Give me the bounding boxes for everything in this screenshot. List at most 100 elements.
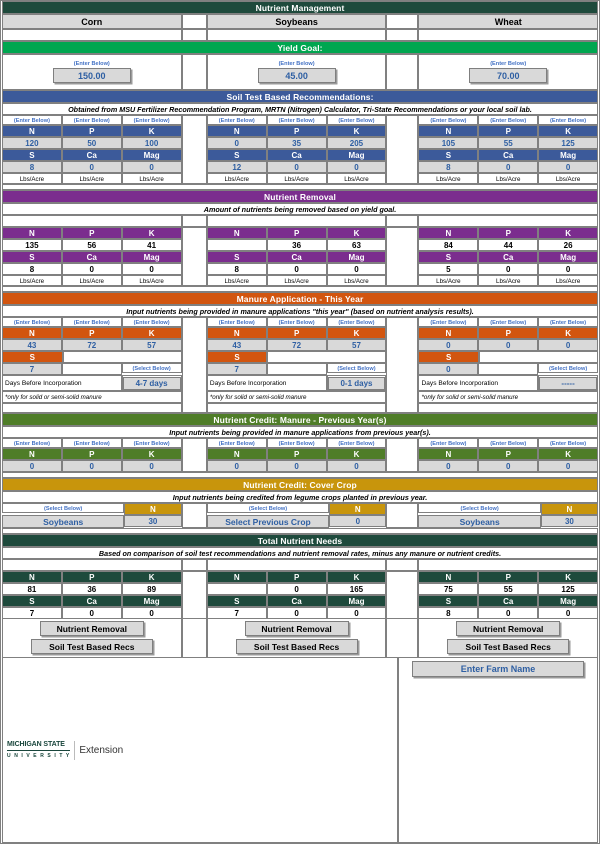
soil-test-recs-button-soybeans[interactable]: Soil Test Based Recs [235, 639, 358, 654]
value-mag-soybeans[interactable]: 0 [326, 263, 387, 275]
value-p-soybeans[interactable]: 35 [266, 137, 327, 149]
enter-farm-name-input[interactable]: Enter Farm Name [412, 661, 584, 677]
value-ca-wheat[interactable]: 0 [478, 161, 539, 173]
value-mag-corn[interactable]: 0 [121, 161, 182, 173]
previous-crop-select-wheat[interactable]: Soybeans [418, 515, 541, 528]
value-p-soybeans[interactable]: 36 [266, 239, 327, 251]
manure-k-corn[interactable]: 57 [121, 339, 182, 351]
value-ca-corn[interactable]: 0 [61, 263, 122, 275]
days-before-incorporation-select-soybeans[interactable]: 0-1 days [327, 376, 386, 390]
value-ca-wheat[interactable]: 0 [478, 263, 539, 275]
value-s-soybeans[interactable]: 8 [206, 263, 267, 275]
value-k-corn[interactable]: 100 [121, 137, 182, 149]
value-mag-soybeans[interactable]: 0 [326, 161, 387, 173]
value-n-soybeans[interactable] [206, 583, 267, 595]
value-s-soybeans[interactable]: 12 [206, 161, 267, 173]
manure-p-corn[interactable]: 72 [61, 339, 122, 351]
value-n-wheat[interactable]: 84 [418, 239, 479, 251]
value-p-corn[interactable]: 50 [61, 137, 122, 149]
value-n-soybeans[interactable]: 0 [206, 460, 267, 472]
column-spacer [181, 317, 207, 413]
value-mag-corn[interactable]: 0 [121, 607, 182, 619]
value-s-wheat[interactable]: 8 [418, 161, 479, 173]
value-n-wheat[interactable]: 75 [418, 583, 479, 595]
value-n-corn[interactable]: 0 [2, 460, 62, 472]
header-p: P [478, 227, 539, 239]
manure-s-soybeans[interactable]: 7 [206, 363, 267, 375]
manure-n-corn[interactable]: 43 [2, 339, 62, 351]
value-n-corn[interactable]: 120 [2, 137, 62, 149]
value-p-soybeans[interactable]: 0 [266, 460, 327, 472]
value-k-wheat[interactable]: 0 [538, 460, 598, 472]
value-n-wheat[interactable]: 105 [418, 137, 479, 149]
value-ca-corn[interactable]: 0 [61, 161, 122, 173]
manure-k-wheat[interactable]: 0 [538, 339, 598, 351]
value-mag-wheat[interactable]: 0 [538, 263, 598, 275]
manure-n-wheat[interactable]: 0 [418, 339, 479, 351]
value-n-wheat[interactable]: 0 [418, 460, 479, 472]
yield-goal-corn-input[interactable]: 150.00 [52, 68, 131, 83]
manure-p-wheat[interactable]: 0 [478, 339, 539, 351]
value-k-soybeans[interactable]: 63 [326, 239, 387, 251]
value-p-wheat[interactable]: 44 [478, 239, 539, 251]
npk-value-soybeans-row: 0 165 [206, 583, 387, 595]
value-k-corn[interactable]: 0 [121, 460, 182, 472]
nutrient-removal-button-corn[interactable]: Nutrient Removal [39, 621, 144, 636]
value-ca-corn[interactable]: 0 [61, 607, 122, 619]
value-p-wheat[interactable]: 0 [478, 460, 539, 472]
msu-extension-logo: MICHIGAN STATE U N I V E R S I T Y Exten… [7, 740, 123, 760]
value-p-corn[interactable]: 56 [61, 239, 122, 251]
header-p: P [478, 327, 539, 339]
value-k-soybeans[interactable]: 205 [326, 137, 387, 149]
value-k-soybeans[interactable]: 165 [326, 583, 387, 595]
value-ca-soybeans[interactable]: 0 [266, 607, 327, 619]
value-mag-corn[interactable]: 0 [121, 263, 182, 275]
value-k-corn[interactable]: 41 [121, 239, 182, 251]
header-p: P [266, 571, 327, 583]
value-p-wheat[interactable]: 55 [478, 583, 539, 595]
value-k-soybeans[interactable]: 0 [326, 460, 387, 472]
value-s-wheat[interactable]: 5 [418, 263, 479, 275]
value-mag-soybeans[interactable]: 0 [326, 607, 387, 619]
manure-s-wheat[interactable]: 0 [418, 363, 479, 375]
yield-goal-soybeans-input[interactable]: 45.00 [257, 68, 336, 83]
value-mag-wheat[interactable]: 0 [538, 607, 598, 619]
value-p-corn[interactable]: 0 [61, 460, 122, 472]
value-s-soybeans[interactable]: 7 [206, 607, 267, 619]
nutrient-removal-button-soybeans[interactable]: Nutrient Removal [244, 621, 349, 636]
value-n-soybeans[interactable] [206, 239, 267, 251]
value-ca-soybeans[interactable]: 0 [266, 263, 327, 275]
manure-column-soybeans: (Enter Below) (Enter Below) (Enter Below) N… [206, 317, 387, 413]
value-s-wheat[interactable]: 8 [418, 607, 479, 619]
value-mag-wheat[interactable]: 0 [538, 161, 598, 173]
value-n-soybeans[interactable]: 0 [206, 137, 267, 149]
days-before-incorporation-select-wheat[interactable]: ----- [539, 376, 598, 390]
days-before-incorporation-select-corn[interactable]: 4-7 days [122, 376, 181, 390]
value-n-corn[interactable]: 81 [2, 583, 62, 595]
manure-k-soybeans[interactable]: 57 [326, 339, 387, 351]
value-s-corn[interactable]: 8 [2, 161, 62, 173]
value-n-corn[interactable]: 135 [2, 239, 62, 251]
soil-test-recs-button-wheat[interactable]: Soil Test Based Recs [447, 639, 570, 654]
value-k-wheat[interactable]: 125 [538, 137, 598, 149]
manure-p-soybeans[interactable]: 72 [266, 339, 327, 351]
manure-s-corn[interactable]: 7 [2, 363, 62, 375]
column-spacer [181, 227, 207, 286]
value-ca-soybeans[interactable]: 0 [266, 161, 327, 173]
manure-n-soybeans[interactable]: 43 [206, 339, 267, 351]
value-k-wheat[interactable]: 26 [538, 239, 598, 251]
previous-crop-select-soybeans[interactable]: Select Previous Crop [206, 515, 330, 528]
column-spacer [386, 14, 419, 29]
previous-crop-select-corn[interactable]: Soybeans [2, 515, 125, 528]
value-k-corn[interactable]: 89 [121, 583, 182, 595]
value-p-corn[interactable]: 36 [61, 583, 122, 595]
value-s-corn[interactable]: 7 [2, 607, 62, 619]
value-s-corn[interactable]: 8 [2, 263, 62, 275]
value-k-wheat[interactable]: 125 [538, 583, 598, 595]
nutrient-removal-button-wheat[interactable]: Nutrient Removal [456, 621, 561, 636]
value-ca-wheat[interactable]: 0 [478, 607, 539, 619]
soil-test-recs-button-corn[interactable]: Soil Test Based Recs [30, 639, 153, 654]
value-p-soybeans[interactable]: 0 [266, 583, 327, 595]
value-p-wheat[interactable]: 55 [478, 137, 539, 149]
yield-goal-wheat-input[interactable]: 70.00 [469, 68, 548, 83]
